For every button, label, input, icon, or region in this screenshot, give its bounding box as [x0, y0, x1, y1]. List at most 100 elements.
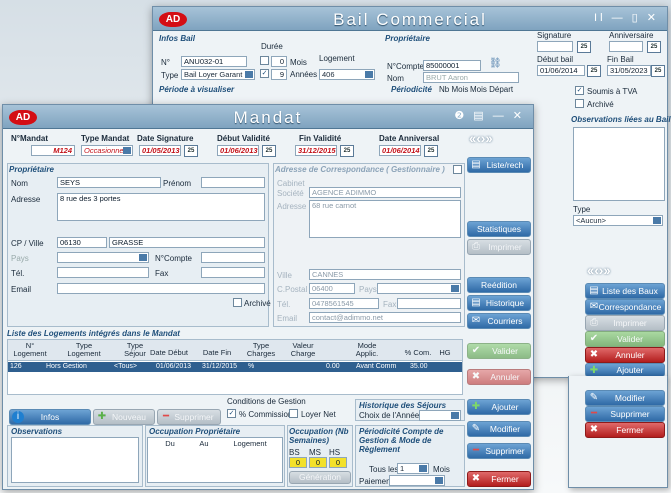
- modifier-bail-button[interactable]: ✎ Modifier: [585, 390, 665, 406]
- archive-checkbox[interactable]: [575, 99, 584, 108]
- tva-checkbox[interactable]: ✓: [575, 86, 584, 95]
- prenom-field[interactable]: [201, 177, 265, 188]
- infos-button[interactable]: i Infos: [9, 409, 91, 425]
- fermer-bail-button[interactable]: ✖ Fermer: [585, 422, 665, 438]
- mandat-title-bar[interactable]: AD Mandat ❷ ▤ — ✕: [3, 105, 533, 129]
- debut-validite-field[interactable]: 01/06/2013: [217, 145, 259, 156]
- bail-title-bar[interactable]: AD Bail Commercial Il — ▯ ✕: [153, 7, 667, 31]
- choix-annee-select[interactable]: [419, 410, 461, 421]
- correspondance-button[interactable]: ✉ Correspondance: [585, 299, 665, 315]
- supprimer-button[interactable]: ━ Supprimer: [467, 443, 531, 459]
- modifier-button[interactable]: ✎ Modifier: [467, 421, 531, 437]
- bs-field[interactable]: 0: [289, 457, 307, 468]
- th-pct-com[interactable]: % Com.: [401, 349, 435, 357]
- annees-field[interactable]: 9: [271, 69, 287, 80]
- corr-adresse-field[interactable]: 68 rue carnot: [309, 200, 461, 238]
- ncompte-front-field[interactable]: [201, 252, 265, 263]
- corr-pays-select[interactable]: [377, 283, 461, 294]
- fax-field[interactable]: [201, 267, 265, 278]
- th-valeur-charge[interactable]: Valeur Charge: [285, 342, 321, 358]
- nmandat-field[interactable]: M124: [31, 145, 75, 156]
- fin-validite-calendar-icon[interactable]: 25: [340, 145, 354, 157]
- observations-field[interactable]: [11, 437, 139, 483]
- bail-type-select[interactable]: Bail Loyer Garant: [181, 69, 255, 80]
- type-mandat-select[interactable]: Occasionnel: [81, 145, 133, 156]
- hs-field[interactable]: 0: [329, 457, 347, 468]
- th-type-logement[interactable]: Type Logement: [59, 342, 109, 358]
- loyer-net-checkbox[interactable]: [289, 409, 298, 418]
- debut-bail-field[interactable]: 01/06/2014: [537, 65, 585, 76]
- tous-les-select[interactable]: 1: [397, 463, 429, 474]
- ncompte-field[interactable]: 85000001: [423, 60, 481, 71]
- ajouter-bail-button[interactable]: ✚ Ajouter: [585, 363, 665, 377]
- signature-calendar-icon-front[interactable]: 25: [184, 145, 198, 157]
- pays-select[interactable]: [57, 252, 149, 263]
- liste-rech-button[interactable]: ▤ Liste/rech: [467, 157, 531, 173]
- nouveau-button[interactable]: ✚ Nouveau: [93, 409, 155, 425]
- corr-tel-field[interactable]: 0478561545: [309, 298, 379, 309]
- supprimer-logement-button[interactable]: ━ Supprimer: [157, 409, 221, 425]
- adresse-field[interactable]: 8 rue des 3 portes: [57, 193, 265, 221]
- date-anniv-calendar-icon[interactable]: 25: [424, 145, 438, 157]
- mois-field[interactable]: 0: [271, 56, 287, 67]
- nom-field[interactable]: BRUT Aaron: [423, 72, 519, 83]
- mois-checkbox[interactable]: [260, 56, 269, 65]
- courriers-button[interactable]: ✉ Courriers: [467, 313, 531, 329]
- valider-button[interactable]: ✔ Valider: [467, 343, 531, 359]
- email-field[interactable]: [57, 283, 265, 294]
- corr-fax-field[interactable]: [397, 298, 461, 309]
- imprimer-bail-button[interactable]: ⎙ Imprimer: [585, 315, 665, 331]
- historique-button[interactable]: ▤ Historique: [467, 295, 531, 311]
- generation-button[interactable]: Génération: [289, 471, 351, 484]
- liste-baux-button[interactable]: ▤ Liste des Baux: [585, 283, 665, 299]
- link-icon[interactable]: ⛓: [489, 58, 502, 69]
- ville-field[interactable]: GRASSE: [109, 237, 265, 248]
- societe-field[interactable]: AGENCE ADIMMO: [309, 187, 461, 198]
- bail-number-field[interactable]: ANU032-01: [181, 56, 247, 67]
- reedition-button-active[interactable]: Reédition: [467, 277, 531, 293]
- anniversaire-field[interactable]: [609, 41, 643, 52]
- window-controls[interactable]: Il — ▯ ✕: [594, 11, 659, 24]
- annees-checkbox[interactable]: ✓: [260, 69, 269, 78]
- th-hg[interactable]: HG: [439, 349, 451, 357]
- debut-validite-calendar-icon[interactable]: 25: [262, 145, 276, 157]
- th-type-charges[interactable]: Type Charges: [241, 342, 281, 358]
- anniversaire-calendar-icon[interactable]: 25: [647, 41, 661, 53]
- fermer-button[interactable]: ✖ Fermer: [467, 471, 531, 487]
- date-signature-field[interactable]: 01/05/2013: [139, 145, 181, 156]
- logement-select[interactable]: 406: [319, 69, 375, 80]
- corr-ville-field[interactable]: CANNES: [309, 269, 461, 280]
- nom-front-field[interactable]: SEYS: [57, 177, 161, 188]
- th-mode-applic[interactable]: Mode Applic.: [347, 342, 387, 358]
- front-nav-arrows[interactable]: ‹‹ ‹ › ››: [469, 131, 531, 145]
- tel-field[interactable]: [57, 267, 149, 278]
- debut-calendar-icon[interactable]: 25: [587, 65, 601, 77]
- archive-front-checkbox[interactable]: [233, 298, 242, 307]
- commission-checkbox[interactable]: ✓: [227, 409, 236, 418]
- signature-calendar-icon[interactable]: 25: [577, 41, 591, 53]
- th-date-debut[interactable]: Date Début: [145, 349, 193, 357]
- signature-field[interactable]: [537, 41, 573, 52]
- observations-bail-field[interactable]: [573, 127, 665, 201]
- fin-validite-field[interactable]: 31/12/2015: [295, 145, 337, 156]
- nav-arrows[interactable]: ‹‹ ‹ › ››: [587, 263, 663, 277]
- ms-field[interactable]: 0: [309, 457, 327, 468]
- fin-calendar-icon[interactable]: 25: [651, 65, 665, 77]
- valider-bail-button[interactable]: ✔ Valider: [585, 331, 665, 347]
- th-n-logement[interactable]: N° Logement: [11, 342, 49, 358]
- mandat-window-controls[interactable]: ❷ ▤ — ✕: [454, 109, 525, 122]
- date-anniv-field[interactable]: 01/06/2014: [379, 145, 421, 156]
- ajouter-button[interactable]: ✚ Ajouter: [467, 399, 531, 415]
- cp-field[interactable]: 06130: [57, 237, 107, 248]
- annuler-button[interactable]: ✖ Annuler: [467, 369, 531, 385]
- type-obs-select[interactable]: <Aucun>: [573, 215, 663, 226]
- correspondance-checkbox[interactable]: [453, 165, 462, 174]
- fin-bail-field[interactable]: 31/05/2023: [607, 65, 651, 76]
- cpostal-field[interactable]: 06400: [309, 283, 355, 294]
- table-row[interactable]: 126 Hors Gestion <Tous> 01/06/2013 31/12…: [8, 362, 462, 372]
- statistiques-button[interactable]: Statistiques: [467, 221, 531, 237]
- th-date-fin[interactable]: Date Fin: [197, 349, 237, 357]
- annuler-bail-button[interactable]: ✖ Annuler: [585, 347, 665, 363]
- paiement-select[interactable]: [389, 475, 445, 486]
- supprimer-bail-button[interactable]: ━ Supprimer: [585, 406, 665, 422]
